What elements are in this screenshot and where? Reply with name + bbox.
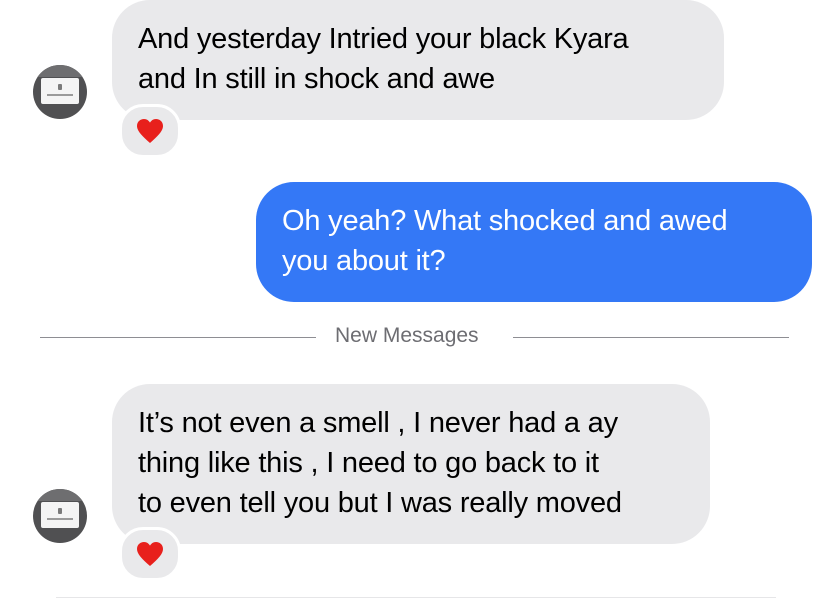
avatar-backdrop [33, 65, 87, 77]
incoming-message-bubble[interactable]: And yesterday Intried your black Kyara a… [112, 0, 724, 120]
incoming-message-bubble[interactable]: It’s not even a smell , I never had a ay… [112, 384, 710, 544]
heart-icon [137, 119, 163, 143]
message-thread: And yesterday Intried your black Kyara a… [0, 0, 828, 599]
avatar-logo-card [41, 78, 79, 104]
avatar-logo-text [47, 94, 73, 96]
message-text-line: It’s not even a smell , I never had a ay [138, 407, 618, 439]
contact-avatar[interactable] [33, 489, 87, 543]
message-text-line: to even tell you but I was really moved [138, 487, 622, 519]
message-text-line: Oh yeah? What shocked and awed [282, 205, 728, 237]
new-messages-divider-label: New Messages [335, 324, 479, 347]
heart-reaction[interactable] [119, 104, 181, 158]
avatar-backdrop [33, 489, 87, 501]
divider-line-left [40, 337, 316, 338]
contact-avatar[interactable] [33, 65, 87, 119]
bottom-separator [56, 597, 776, 598]
heart-reaction[interactable] [119, 527, 181, 581]
message-text-line: And yesterday Intried your black Kyara [138, 23, 629, 55]
avatar-logo-card [41, 502, 79, 528]
message-text-line: you about it? [282, 245, 446, 277]
avatar-logo-text [47, 518, 73, 520]
avatar-logo-mark [58, 84, 62, 90]
message-text-line: and In still in shock and awe [138, 63, 495, 95]
avatar-logo-mark [58, 508, 62, 514]
message-text-line: thing like this , I need to go back to i… [138, 447, 599, 479]
divider-line-right [513, 337, 789, 338]
outgoing-message-bubble[interactable]: Oh yeah? What shocked and awed you about… [256, 182, 812, 302]
heart-icon [137, 542, 163, 566]
